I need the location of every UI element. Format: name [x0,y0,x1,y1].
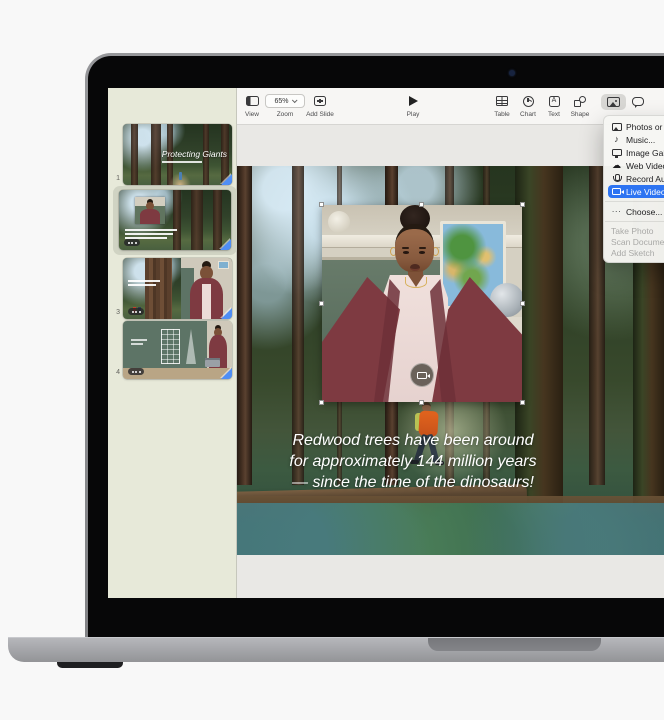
slide4-laptop-art [205,358,220,367]
slide3-options-dots [128,308,144,315]
shape-label: Shape [554,111,606,118]
menu-item-live-video[interactable]: Live Video [608,185,664,198]
caption-line-1: Redwood trees have been around [263,430,563,451]
live-video-icon [612,188,621,195]
keynote-window: 1 Protecting Giants 2 [108,88,664,598]
add-slide-icon [314,96,326,106]
zoom-value: 65% [274,98,288,105]
slide2-video-inset-mini [135,197,165,224]
page: { "toolbar": { "view": { "label": "View"… [0,0,664,720]
slide1-hiker-figure [179,172,182,180]
comment-icon [632,97,644,106]
music-icon: ♪ [614,135,619,144]
resize-handle-bottom-center[interactable] [419,400,424,405]
slide-caption-textbox[interactable]: Redwood trees have been around for appro… [263,430,563,493]
slide4-options-dots [128,368,144,375]
slide4-chalkboard-art [123,321,207,368]
ellipsis-icon: ··· [611,207,622,216]
live-video-object[interactable] [322,205,522,402]
slide2-options-dots [124,239,140,246]
slide4-tree-sketch [186,329,196,364]
slide1-media-corner-badge [221,174,232,185]
resize-handle-mid-left[interactable] [319,301,324,306]
slide-thumbnail-1[interactable]: Protecting Giants [123,124,232,185]
fern-foreground [237,503,664,555]
webcam-dot [509,70,515,76]
menu-item-music[interactable]: ♪ Music... [604,133,664,146]
video-camera-icon [417,372,427,379]
menu-item-record-audio[interactable]: Record Audio [604,172,664,185]
shape-button[interactable]: Shape [554,93,606,118]
slide1-subtitle-bar [162,161,202,163]
slide3-media-corner-badge [221,308,232,319]
slide4-media-corner-badge [221,368,232,379]
resize-handle-top-left[interactable] [319,202,324,207]
resize-handle-top-center[interactable] [419,202,424,207]
slide1-title-text: Protecting Giants [162,149,227,159]
menu-separator-2 [605,221,664,222]
toolbar: View 65% Zoom Add Slide Play Table Char [237,88,664,125]
menu-item-add-sketch: Add Sketch [604,247,664,258]
view-sidebar-icon [246,96,259,106]
add-slide-button[interactable]: Add Slide [294,93,346,118]
slide-2-selection-highlight [113,186,237,255]
slide-navigator-sidebar: 1 Protecting Giants 2 [108,88,237,598]
slide-number-3: 3 [108,309,120,316]
menu-item-web-video[interactable]: ☁ Web Video... [604,159,664,172]
resize-handle-top-right[interactable] [520,202,525,207]
media-dropdown-menu: Photos or Video ♪ Music... Image Gallery… [603,115,664,263]
caption-line-3: — since the time of the dinosaurs! [263,472,563,493]
current-slide[interactable]: Redwood trees have been around for appro… [237,166,664,555]
display-icon [612,149,622,156]
live-video-camera-badge[interactable] [410,363,434,387]
slide4-building-sketch [161,329,180,364]
slide-thumbnail-2[interactable] [119,190,231,250]
slide-canvas: Redwood trees have been around for appro… [237,125,664,598]
microphone-icon [612,174,621,184]
menu-item-take-photo: Take Photo [604,225,664,236]
play-button[interactable]: Play [387,93,439,118]
live-video-frame [322,205,522,402]
add-slide-label: Add Slide [294,111,346,118]
slide-number-4: 4 [108,369,120,376]
laptop-base [8,637,664,662]
shape-icon [574,96,586,107]
slide3-redwood-trunk [145,258,172,319]
resize-handle-bottom-left[interactable] [319,400,324,405]
menu-item-image-gallery[interactable]: Image Gallery [604,146,664,159]
menu-item-photos-or-video[interactable]: Photos or Video [604,120,664,133]
resize-handle-mid-right[interactable] [520,301,525,306]
slide-thumbnail-4[interactable] [123,321,232,379]
slide-thumbnail-3[interactable] [123,258,232,319]
slide-number-1: 1 [108,175,120,182]
play-label: Play [387,111,439,118]
menu-item-scan-documents: Scan Documents [604,236,664,247]
cloud-icon: ☁ [612,161,621,170]
classroom-lamp [328,211,350,233]
menu-item-choose[interactable]: ··· Choose... [604,205,664,218]
play-icon [409,96,418,106]
slide2-media-corner-badge [220,239,231,250]
photos-icon [612,123,622,131]
caption-line-2: for approximately 144 million years [263,451,563,472]
comment-button[interactable] [612,93,664,109]
laptop-foot [57,662,123,668]
resize-handle-bottom-right[interactable] [520,400,525,405]
laptop-hinge-notch [428,638,601,651]
menu-separator [605,201,664,202]
